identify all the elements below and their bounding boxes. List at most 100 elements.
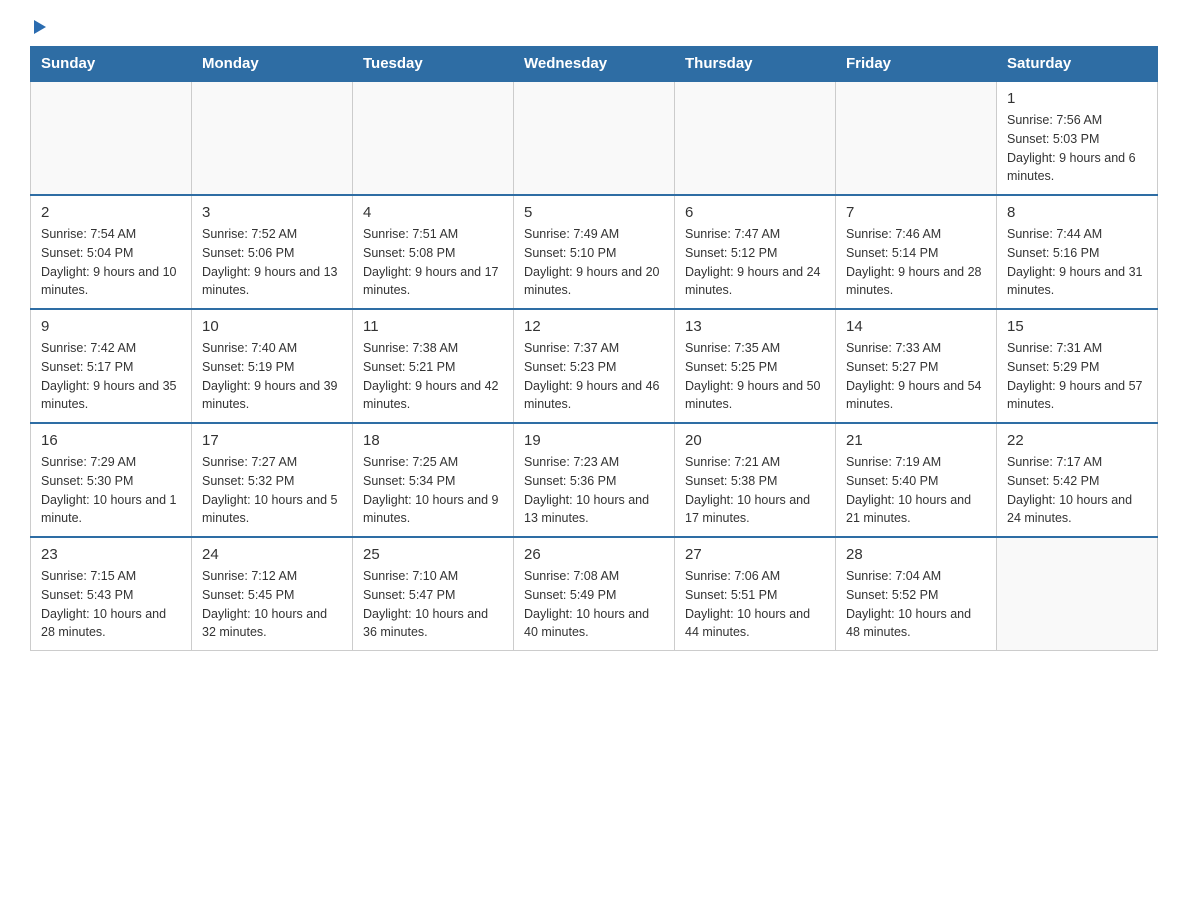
day-info: Sunrise: 7:10 AMSunset: 5:47 PMDaylight:… [363, 567, 503, 642]
day-info: Sunrise: 7:52 AMSunset: 5:06 PMDaylight:… [202, 225, 342, 300]
logo-triangle-icon [34, 20, 46, 34]
weekday-header-monday: Monday [192, 47, 353, 82]
day-number: 23 [41, 546, 181, 563]
day-info: Sunrise: 7:42 AMSunset: 5:17 PMDaylight:… [41, 339, 181, 414]
calendar-cell: 13 Sunrise: 7:35 AMSunset: 5:25 PMDayligh… [675, 309, 836, 423]
day-info: Sunrise: 7:15 AMSunset: 5:43 PMDaylight:… [41, 567, 181, 642]
calendar-cell: 24 Sunrise: 7:12 AMSunset: 5:45 PMDayligh… [192, 537, 353, 651]
day-info: Sunrise: 7:40 AMSunset: 5:19 PMDaylight:… [202, 339, 342, 414]
day-number: 4 [363, 204, 503, 221]
page-header [30, 20, 1158, 36]
day-number: 8 [1007, 204, 1147, 221]
week-row-2: 2 Sunrise: 7:54 AMSunset: 5:04 PMDaylight… [31, 195, 1158, 309]
day-info: Sunrise: 7:17 AMSunset: 5:42 PMDaylight:… [1007, 453, 1147, 528]
day-info: Sunrise: 7:12 AMSunset: 5:45 PMDaylight:… [202, 567, 342, 642]
day-number: 7 [846, 204, 986, 221]
day-number: 25 [363, 546, 503, 563]
calendar-cell: 4 Sunrise: 7:51 AMSunset: 5:08 PMDaylight… [353, 195, 514, 309]
day-info: Sunrise: 7:35 AMSunset: 5:25 PMDaylight:… [685, 339, 825, 414]
day-info: Sunrise: 7:21 AMSunset: 5:38 PMDaylight:… [685, 453, 825, 528]
day-number: 1 [1007, 90, 1147, 107]
week-row-4: 16 Sunrise: 7:29 AMSunset: 5:30 PMDayligh… [31, 423, 1158, 537]
week-row-1: 1 Sunrise: 7:56 AMSunset: 5:03 PMDaylight… [31, 81, 1158, 195]
logo-blue [30, 20, 46, 36]
weekday-header-thursday: Thursday [675, 47, 836, 82]
day-number: 24 [202, 546, 342, 563]
day-number: 27 [685, 546, 825, 563]
day-info: Sunrise: 7:23 AMSunset: 5:36 PMDaylight:… [524, 453, 664, 528]
day-number: 20 [685, 432, 825, 449]
calendar-cell: 22 Sunrise: 7:17 AMSunset: 5:42 PMDayligh… [997, 423, 1158, 537]
day-number: 18 [363, 432, 503, 449]
calendar-cell [31, 81, 192, 195]
calendar-cell [997, 537, 1158, 651]
day-number: 16 [41, 432, 181, 449]
calendar-cell: 5 Sunrise: 7:49 AMSunset: 5:10 PMDaylight… [514, 195, 675, 309]
weekday-header-row: SundayMondayTuesdayWednesdayThursdayFrid… [31, 47, 1158, 82]
calendar-cell [514, 81, 675, 195]
day-info: Sunrise: 7:54 AMSunset: 5:04 PMDaylight:… [41, 225, 181, 300]
day-number: 2 [41, 204, 181, 221]
calendar-cell: 27 Sunrise: 7:06 AMSunset: 5:51 PMDayligh… [675, 537, 836, 651]
day-number: 6 [685, 204, 825, 221]
logo [30, 20, 46, 36]
calendar-cell: 12 Sunrise: 7:37 AMSunset: 5:23 PMDayligh… [514, 309, 675, 423]
calendar-cell: 20 Sunrise: 7:21 AMSunset: 5:38 PMDayligh… [675, 423, 836, 537]
calendar-cell: 23 Sunrise: 7:15 AMSunset: 5:43 PMDayligh… [31, 537, 192, 651]
day-info: Sunrise: 7:38 AMSunset: 5:21 PMDaylight:… [363, 339, 503, 414]
day-info: Sunrise: 7:19 AMSunset: 5:40 PMDaylight:… [846, 453, 986, 528]
calendar-cell: 15 Sunrise: 7:31 AMSunset: 5:29 PMDayligh… [997, 309, 1158, 423]
weekday-header-friday: Friday [836, 47, 997, 82]
calendar-cell: 10 Sunrise: 7:40 AMSunset: 5:19 PMDayligh… [192, 309, 353, 423]
day-info: Sunrise: 7:06 AMSunset: 5:51 PMDaylight:… [685, 567, 825, 642]
calendar-cell: 18 Sunrise: 7:25 AMSunset: 5:34 PMDayligh… [353, 423, 514, 537]
day-info: Sunrise: 7:25 AMSunset: 5:34 PMDaylight:… [363, 453, 503, 528]
calendar-cell: 26 Sunrise: 7:08 AMSunset: 5:49 PMDayligh… [514, 537, 675, 651]
week-row-3: 9Sunrise: 7:42 AMSunset: 5:17 PMDaylight… [31, 309, 1158, 423]
calendar-cell: 25 Sunrise: 7:10 AMSunset: 5:47 PMDayligh… [353, 537, 514, 651]
weekday-header-tuesday: Tuesday [353, 47, 514, 82]
day-info: Sunrise: 7:27 AMSunset: 5:32 PMDaylight:… [202, 453, 342, 528]
calendar-cell: 28Sunrise: 7:04 AMSunset: 5:52 PMDayligh… [836, 537, 997, 651]
day-number: 17 [202, 432, 342, 449]
day-number: 26 [524, 546, 664, 563]
day-info: Sunrise: 7:08 AMSunset: 5:49 PMDaylight:… [524, 567, 664, 642]
calendar-cell: 17 Sunrise: 7:27 AMSunset: 5:32 PMDayligh… [192, 423, 353, 537]
calendar-cell [836, 81, 997, 195]
day-number: 14 [846, 318, 986, 335]
calendar-cell: 2 Sunrise: 7:54 AMSunset: 5:04 PMDaylight… [31, 195, 192, 309]
calendar-cell: 19Sunrise: 7:23 AMSunset: 5:36 PMDayligh… [514, 423, 675, 537]
day-number: 21 [846, 432, 986, 449]
day-number: 12 [524, 318, 664, 335]
week-row-5: 23 Sunrise: 7:15 AMSunset: 5:43 PMDayligh… [31, 537, 1158, 651]
day-number: 5 [524, 204, 664, 221]
day-info: Sunrise: 7:31 AMSunset: 5:29 PMDaylight:… [1007, 339, 1147, 414]
calendar-cell: 8 Sunrise: 7:44 AMSunset: 5:16 PMDaylight… [997, 195, 1158, 309]
day-info: Sunrise: 7:47 AMSunset: 5:12 PMDaylight:… [685, 225, 825, 300]
calendar-cell [353, 81, 514, 195]
day-info: Sunrise: 7:37 AMSunset: 5:23 PMDaylight:… [524, 339, 664, 414]
day-info: Sunrise: 7:49 AMSunset: 5:10 PMDaylight:… [524, 225, 664, 300]
calendar-cell: 14 Sunrise: 7:33 AMSunset: 5:27 PMDayligh… [836, 309, 997, 423]
day-info: Sunrise: 7:44 AMSunset: 5:16 PMDaylight:… [1007, 225, 1147, 300]
day-number: 10 [202, 318, 342, 335]
day-number: 15 [1007, 318, 1147, 335]
calendar-cell: 6 Sunrise: 7:47 AMSunset: 5:12 PMDaylight… [675, 195, 836, 309]
day-info: Sunrise: 7:04 AMSunset: 5:52 PMDaylight:… [846, 567, 986, 642]
calendar-cell [675, 81, 836, 195]
day-info: Sunrise: 7:33 AMSunset: 5:27 PMDaylight:… [846, 339, 986, 414]
weekday-header-wednesday: Wednesday [514, 47, 675, 82]
day-info: Sunrise: 7:29 AMSunset: 5:30 PMDaylight:… [41, 453, 181, 528]
day-number: 13 [685, 318, 825, 335]
day-number: 22 [1007, 432, 1147, 449]
calendar-cell [192, 81, 353, 195]
day-info: Sunrise: 7:56 AMSunset: 5:03 PMDaylight:… [1007, 111, 1147, 186]
day-info: Sunrise: 7:46 AMSunset: 5:14 PMDaylight:… [846, 225, 986, 300]
calendar-cell: 11Sunrise: 7:38 AMSunset: 5:21 PMDayligh… [353, 309, 514, 423]
weekday-header-sunday: Sunday [31, 47, 192, 82]
day-info: Sunrise: 7:51 AMSunset: 5:08 PMDaylight:… [363, 225, 503, 300]
calendar-cell: 21 Sunrise: 7:19 AMSunset: 5:40 PMDayligh… [836, 423, 997, 537]
calendar-cell: 9Sunrise: 7:42 AMSunset: 5:17 PMDaylight… [31, 309, 192, 423]
calendar-cell: 3Sunrise: 7:52 AMSunset: 5:06 PMDaylight… [192, 195, 353, 309]
calendar-cell: 1 Sunrise: 7:56 AMSunset: 5:03 PMDaylight… [997, 81, 1158, 195]
